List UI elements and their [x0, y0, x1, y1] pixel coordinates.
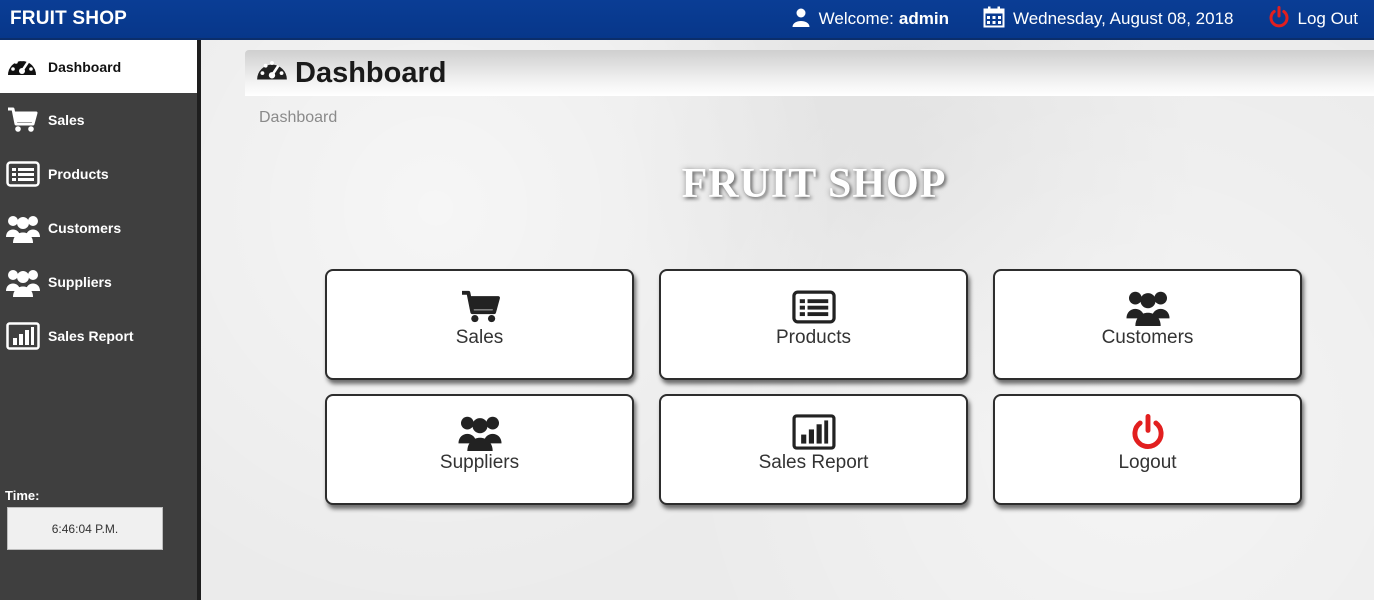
power-icon [1268, 5, 1298, 33]
users-icon [1125, 289, 1170, 326]
main-content: Dashboard Dashboard FRUIT SHOP Sales Pro… [201, 40, 1374, 600]
calendar-icon [983, 6, 1013, 33]
tile-label: Sales Report [758, 452, 869, 473]
list-icon [6, 158, 42, 190]
welcome-label: Welcome: [818, 9, 894, 28]
users-icon [457, 414, 502, 451]
sidebar-item-dashboard[interactable]: Dashboard [0, 40, 197, 93]
welcome-username: admin [898, 9, 949, 28]
logout-link[interactable]: Log Out [1268, 5, 1359, 33]
sidebar-item-sales-report[interactable]: Sales Report [0, 309, 197, 363]
date-area: Wednesday, August 08, 2018 [983, 6, 1234, 33]
sidebar-item-label: Products [48, 166, 109, 182]
users-icon [6, 266, 42, 298]
tile-label: Customers [1101, 327, 1194, 348]
users-icon [6, 212, 42, 244]
sidebar-item-customers[interactable]: Customers [0, 201, 197, 255]
sidebar-item-label: Customers [48, 220, 122, 236]
tile-label: Logout [1118, 452, 1177, 473]
logout-label: Log Out [1297, 9, 1359, 28]
tile-label: Sales [455, 327, 504, 348]
user-icon [791, 7, 819, 32]
cart-icon [6, 104, 42, 136]
sidebar-item-products[interactable]: Products [0, 147, 197, 201]
sidebar-item-suppliers[interactable]: Suppliers [0, 255, 197, 309]
power-icon [1130, 414, 1166, 450]
cart-icon [459, 289, 501, 325]
bar-chart-icon [791, 414, 836, 450]
sidebar: Dashboard Sales Products Customers Suppl… [0, 40, 197, 600]
sidebar-item-label: Sales Report [48, 328, 134, 344]
sidebar-item-label: Dashboard [48, 58, 122, 75]
welcome-area: Welcome: admin [791, 7, 949, 32]
sales-report-tile-button[interactable]: Sales Report [659, 394, 968, 505]
clock-display: 6:46:04 P.M. [7, 507, 163, 550]
top-bar-right: Welcome: admin Wednesday, August 08, 201… [791, 0, 1374, 38]
page-header: Dashboard [245, 50, 1374, 96]
dashboard-icon [255, 56, 289, 91]
breadcrumb[interactable]: Dashboard [259, 109, 337, 127]
page-title: Dashboard [295, 56, 447, 89]
brand-title: FRUIT SHOP [10, 8, 128, 29]
customers-tile-button[interactable]: Customers [993, 269, 1302, 380]
sidebar-item-sales[interactable]: Sales [0, 93, 197, 147]
suppliers-tile-button[interactable]: Suppliers [325, 394, 634, 505]
tile-label: Products [776, 327, 851, 348]
sidebar-item-label: Sales [48, 112, 85, 128]
current-date: Wednesday, August 08, 2018 [1012, 9, 1234, 28]
tile-label: Suppliers [439, 452, 520, 473]
logout-tile-button[interactable]: Logout [993, 394, 1302, 505]
bar-chart-icon [6, 320, 42, 352]
sidebar-item-label: Suppliers [48, 274, 112, 290]
dashboard-icon [6, 51, 42, 83]
sales-tile-button[interactable]: Sales [325, 269, 634, 380]
list-icon [791, 289, 836, 325]
top-bar: FRUIT SHOP Welcome: admin Wednesday, Aug… [0, 0, 1374, 40]
shop-title: FRUIT SHOP [681, 161, 947, 207]
products-tile-button[interactable]: Products [659, 269, 968, 380]
time-label: Time: [5, 488, 40, 503]
